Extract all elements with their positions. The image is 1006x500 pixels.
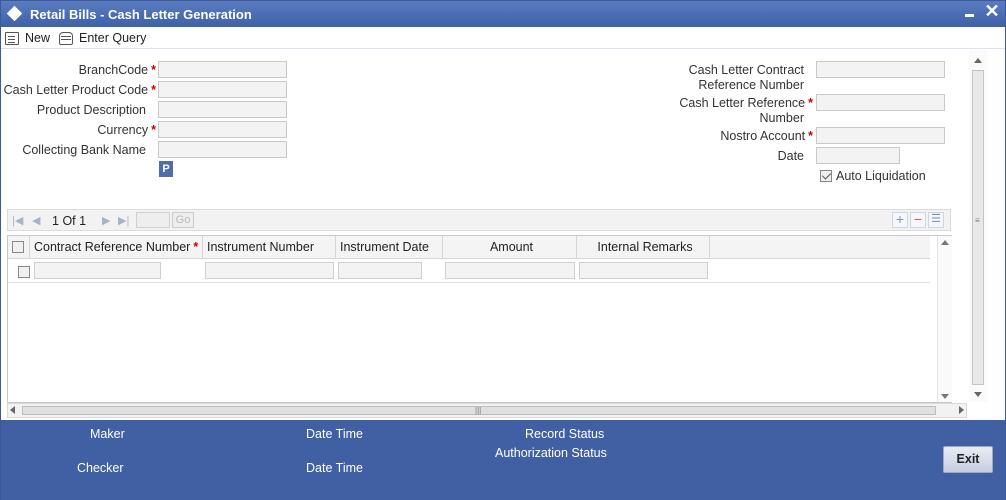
new-button[interactable]: New [5,29,50,47]
form-scroll-thumb[interactable]: ≡ [972,70,984,385]
contract-ref-label: Cash Letter Contract Reference Number [688,63,804,92]
amount-cell-input[interactable] [445,262,575,279]
reference-number-field[interactable] [816,94,945,111]
product-code-field[interactable] [158,81,287,98]
database-query-icon [59,31,73,45]
scroll-up-icon[interactable] [941,240,949,245]
next-page-icon[interactable]: ▶ [102,214,110,227]
col-instrument-number[interactable]: Instrument Number [203,236,336,259]
first-page-icon[interactable]: |◀ [12,214,23,227]
new-button-label: New [25,31,51,45]
col-amount[interactable]: Amount [443,236,577,259]
internal-remarks-cell-input[interactable] [579,262,708,279]
record-status-label: Record Status [525,427,605,441]
auto-liquidation-checkbox[interactable] [820,170,832,182]
scroll-left-icon[interactable] [10,406,15,414]
form-scroll-down-icon[interactable] [974,392,982,397]
grip-icon: ||| [475,406,482,415]
grid-header: Contract Reference Number * Instrument Nu… [8,236,930,259]
page-number-input[interactable] [136,212,170,228]
currency-label: Currency * [97,123,156,137]
instrument-number-cell-input[interactable] [205,262,334,279]
maker-date-time-label: Date Time [306,427,363,441]
last-page-icon[interactable]: ▶| [118,214,129,227]
delete-row-icon[interactable]: − [910,212,926,228]
title-bar: Retail Bills - Cash Letter Generation ✕ [1,1,1005,27]
nostro-account-field[interactable] [816,127,945,144]
new-document-icon [5,31,19,45]
go-button[interactable]: Go [172,212,194,228]
col-contract-ref[interactable]: Contract Reference Number * [30,236,203,259]
date-label: Date [777,149,804,163]
horizontal-scroll-thumb[interactable]: ||| [22,406,936,415]
table-row [8,259,930,283]
exit-button[interactable]: Exit [943,446,993,473]
checker-label: Checker [77,461,124,475]
scroll-down-icon[interactable] [941,394,949,399]
minimize-icon[interactable] [963,4,977,22]
form-grip-icon: ≡ [975,216,980,225]
product-code-label: Cash Letter Product Code * [3,83,156,97]
instrument-date-cell-input[interactable] [338,262,422,279]
col-internal-remarks[interactable]: Internal Remarks [577,236,710,259]
reference-number-label: Cash Letter Reference * Number [679,96,813,125]
enter-query-button[interactable]: Enter Query [59,29,146,47]
contract-ref-field[interactable] [816,61,945,78]
toolbar: New Enter Query [1,27,1005,49]
grid-vertical-scrollbar[interactable] [937,236,952,402]
maker-label: Maker [90,427,125,441]
branch-code-label: BranchCode * [78,63,156,77]
product-description-label: Product Description [36,103,146,117]
window-title: Retail Bills - Cash Letter Generation [30,7,252,22]
select-all-cell [8,236,30,259]
authorization-status-label: Authorization Status [495,446,607,460]
page-indicator: 1 Of 1 [52,214,87,228]
branch-code-field[interactable] [158,61,287,78]
contract-ref-cell-input[interactable] [34,262,161,279]
scroll-right-icon[interactable] [959,406,964,414]
form-scroll-up-icon[interactable] [974,58,982,63]
p-button[interactable]: P [159,161,173,177]
product-description-field[interactable] [158,101,287,118]
select-all-checkbox[interactable] [12,241,24,253]
add-row-icon[interactable]: + [892,212,908,228]
contract-grid: Contract Reference Number * Instrument Nu… [7,235,952,403]
form-vertical-scrollbar[interactable]: ≡ [969,50,987,402]
auto-liquidation-label: Auto Liquidation [836,169,926,183]
app-diamond-icon [6,5,23,22]
date-field[interactable] [816,147,900,164]
nostro-account-label: Nostro Account * [720,129,813,143]
enter-query-label: Enter Query [79,31,147,45]
window: Retail Bills - Cash Letter Generation ✕ … [0,0,1006,500]
grid-horizontal-scrollbar[interactable]: ||| [7,403,967,418]
row-select-checkbox[interactable] [18,266,30,278]
collecting-bank-label: Collecting Bank Name [22,143,146,157]
grid-toolbar: |◀ ◀ 1 Of 1 ▶ ▶| Go + − ☰ [7,209,951,231]
collecting-bank-field[interactable] [158,141,287,158]
col-instrument-date[interactable]: Instrument Date [336,236,443,259]
currency-field[interactable] [158,121,287,138]
close-icon[interactable]: ✕ [984,2,1000,22]
previous-page-icon[interactable]: ◀ [32,214,40,227]
view-list-icon[interactable]: ☰ [928,212,944,228]
checker-date-time-label: Date Time [306,461,363,475]
audit-footer: Maker Date Time Record Status Checker Da… [1,420,1005,500]
